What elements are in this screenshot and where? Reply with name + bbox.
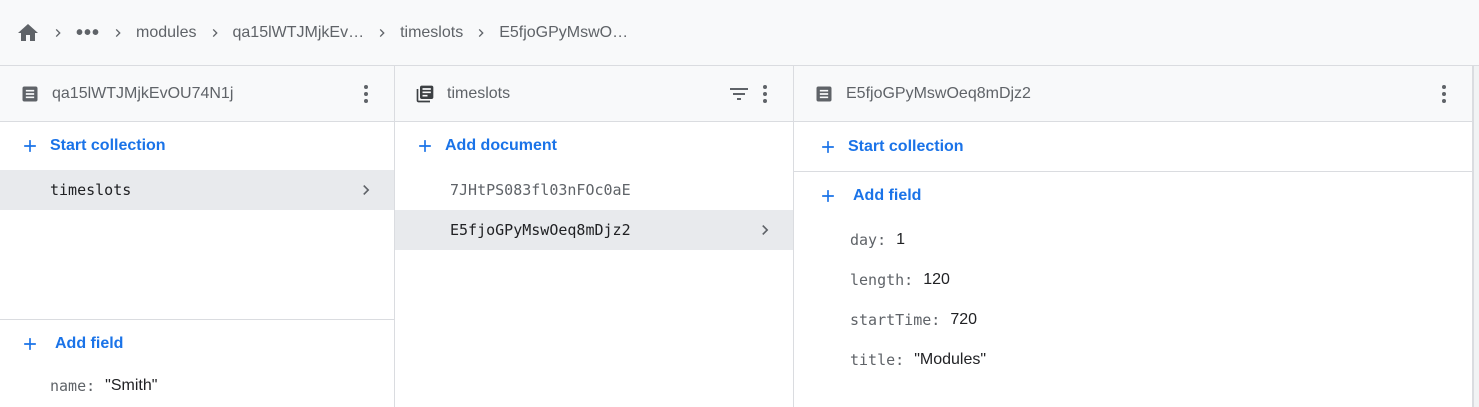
start-collection-button[interactable]: Start collection bbox=[0, 122, 394, 170]
home-icon[interactable] bbox=[16, 21, 40, 45]
field-row: title: "Modules" bbox=[794, 340, 1472, 380]
start-collection-label: Start collection bbox=[848, 137, 964, 155]
document-icon bbox=[814, 84, 834, 104]
add-field-label: Add field bbox=[55, 335, 124, 352]
field-row: day: 1 bbox=[794, 220, 1472, 260]
field-key: title: bbox=[850, 351, 905, 369]
chevron-right-icon bbox=[370, 21, 394, 45]
field-value: 120 bbox=[923, 271, 950, 288]
add-document-label: Add document bbox=[445, 137, 557, 154]
plus-icon bbox=[415, 136, 435, 156]
panel-header: qa15lWTJMjkEvOU74N1j bbox=[0, 66, 394, 122]
panel-title: qa15lWTJMjkEvOU74N1j bbox=[52, 84, 234, 102]
field-value: "Smith" bbox=[105, 377, 158, 394]
add-field-button[interactable]: Add field bbox=[0, 320, 394, 368]
chevron-right-icon bbox=[356, 180, 376, 200]
plus-icon bbox=[818, 186, 838, 206]
field-row: length: 120 bbox=[794, 260, 1472, 300]
breadcrumb-item-modules[interactable]: modules bbox=[136, 24, 196, 42]
breadcrumb-item-timeslots[interactable]: timeslots bbox=[400, 24, 463, 42]
start-collection-label: Start collection bbox=[50, 137, 166, 154]
field-key: name: bbox=[50, 377, 96, 395]
chevron-right-icon bbox=[106, 21, 130, 45]
chevron-right-icon bbox=[469, 21, 493, 45]
document-id: E5fjoGPyMswOeq8mDjz2 bbox=[450, 221, 631, 239]
chevron-right-icon bbox=[203, 21, 227, 45]
chevron-right-icon bbox=[46, 21, 70, 45]
document-id: 7JHtPS083fl03nFOc0aE bbox=[450, 181, 631, 199]
collection-name: timeslots bbox=[50, 181, 132, 199]
breadcrumb: ••• modules qa15lWTJMjkEv… timeslots E5f… bbox=[0, 0, 1479, 66]
breadcrumb-more[interactable]: ••• bbox=[76, 23, 100, 43]
add-document-button[interactable]: Add document bbox=[395, 122, 793, 170]
list-item[interactable]: E5fjoGPyMswOeq8mDjz2 bbox=[395, 210, 793, 250]
panel-header: E5fjoGPyMswOeq8mDjz2 bbox=[794, 66, 1472, 122]
field-value: "Modules" bbox=[914, 351, 987, 368]
chevron-right-icon bbox=[755, 220, 775, 240]
more-vert-icon[interactable] bbox=[753, 82, 777, 106]
field-value: 720 bbox=[950, 311, 978, 328]
plus-icon bbox=[818, 137, 838, 157]
scrollbar[interactable] bbox=[1473, 66, 1479, 407]
breadcrumb-item-document[interactable]: qa15lWTJMjkEv… bbox=[233, 24, 365, 42]
field-key: startTime: bbox=[850, 311, 941, 329]
panel-title: timeslots bbox=[447, 84, 511, 102]
document-icon bbox=[20, 84, 40, 104]
plus-icon bbox=[20, 136, 40, 156]
field-row: startTime: 720 bbox=[794, 300, 1472, 340]
collection-list: timeslots bbox=[0, 170, 394, 320]
breadcrumb-item-current[interactable]: E5fjoGPyMswO… bbox=[499, 24, 628, 42]
document-detail-panel: E5fjoGPyMswOeq8mDjz2 Start collection Ad… bbox=[794, 66, 1473, 407]
plus-icon bbox=[20, 334, 40, 354]
panel-header: timeslots bbox=[395, 66, 793, 122]
document-panel: qa15lWTJMjkEvOU74N1j Start collection ti… bbox=[0, 66, 395, 407]
panel-title: E5fjoGPyMswOeq8mDjz2 bbox=[846, 84, 1031, 102]
filter-icon[interactable] bbox=[727, 82, 751, 106]
more-vert-icon[interactable] bbox=[1432, 82, 1456, 106]
list-item[interactable]: 7JHtPS083fl03nFOc0aE bbox=[395, 170, 793, 210]
collection-panel: timeslots Add document 7JHtPS083fl03nFOc… bbox=[395, 66, 794, 407]
field-value: 1 bbox=[896, 231, 906, 248]
collection-icon bbox=[415, 84, 435, 104]
list-item[interactable]: timeslots bbox=[0, 170, 394, 210]
more-vert-icon[interactable] bbox=[354, 82, 378, 106]
start-collection-button[interactable]: Start collection bbox=[794, 122, 1472, 172]
add-field-label: Add field bbox=[853, 187, 922, 204]
field-key: length: bbox=[850, 271, 914, 289]
field-row: name: "Smith" bbox=[0, 368, 394, 404]
field-key: day: bbox=[850, 231, 887, 249]
add-field-button[interactable]: Add field bbox=[794, 172, 1472, 220]
